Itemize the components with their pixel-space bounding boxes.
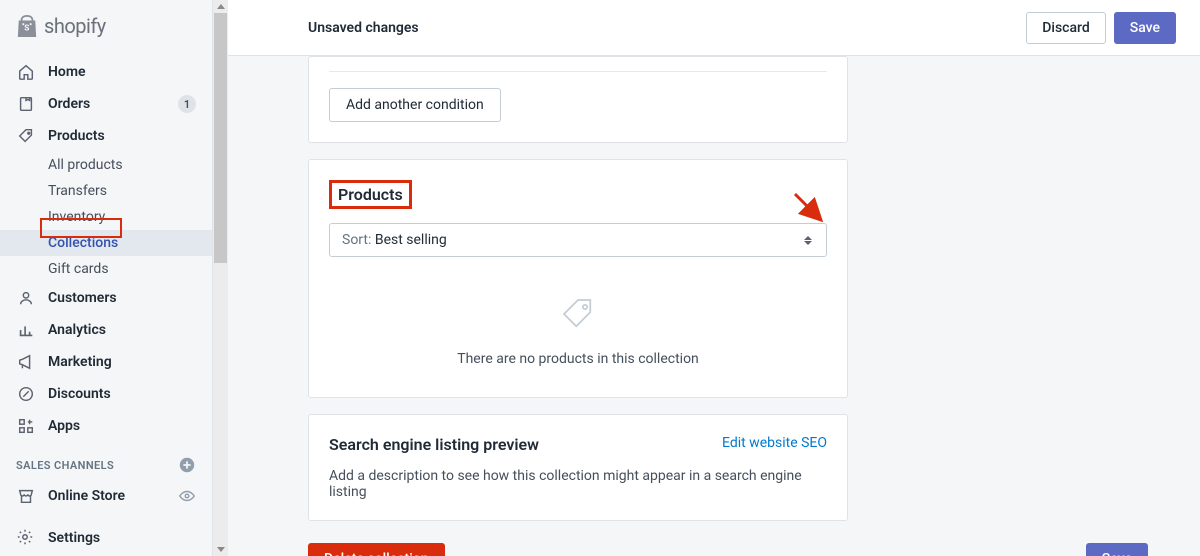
select-caret-icon (804, 233, 814, 247)
sub-inventory[interactable]: Inventory (0, 204, 212, 230)
store-icon (16, 486, 36, 506)
nav-products[interactable]: Products (0, 120, 212, 152)
sort-select[interactable]: Sort: Best selling (329, 223, 827, 257)
save-button[interactable]: Save (1114, 12, 1176, 44)
conditions-card: Add another condition (308, 56, 848, 143)
discounts-icon (16, 384, 36, 404)
page-title: Unsaved changes (308, 20, 1026, 36)
scroll-thumb[interactable] (214, 13, 227, 263)
edit-seo-link[interactable]: Edit website SEO (722, 435, 827, 451)
footer-save-button[interactable]: Save (1086, 543, 1148, 556)
customers-icon (16, 288, 36, 308)
view-store-icon[interactable] (178, 487, 196, 505)
marketing-icon (16, 352, 36, 372)
topbar: Unsaved changes Discard Save (228, 0, 1200, 56)
shopify-bag-icon: S (16, 14, 38, 38)
add-condition-button[interactable]: Add another condition (329, 88, 501, 122)
settings-icon (16, 528, 36, 548)
nav-settings[interactable]: Settings (0, 520, 212, 556)
analytics-icon (16, 320, 36, 340)
products-title: Products (338, 185, 403, 204)
empty-state: There are no products in this collection (329, 257, 827, 377)
nav-customers[interactable]: Customers (0, 282, 212, 314)
orders-badge: 1 (178, 95, 196, 113)
tag-icon (557, 293, 599, 335)
delete-collection-button[interactable]: Delete collection (308, 543, 445, 556)
main: Unsaved changes Discard Save Add another… (228, 0, 1200, 556)
nav-online-store[interactable]: Online Store (0, 480, 212, 512)
sub-gift-cards[interactable]: Gift cards (0, 256, 212, 282)
scroll-down-icon (217, 547, 225, 552)
add-channel-icon[interactable] (178, 456, 196, 474)
nav-orders[interactable]: Orders 1 (0, 88, 212, 120)
sub-all-products[interactable]: All products (0, 152, 212, 178)
orders-icon (16, 94, 36, 114)
scroll-up-icon (217, 4, 225, 9)
nav-marketing[interactable]: Marketing (0, 346, 212, 378)
seo-card: Search engine listing preview Edit websi… (308, 414, 848, 521)
sub-transfers[interactable]: Transfers (0, 178, 212, 204)
nav-apps[interactable]: Apps (0, 410, 212, 442)
sidebar: S shopify Home Orders 1 Products All pro… (0, 0, 213, 556)
sort-value: Best selling (375, 232, 447, 248)
nav-discounts[interactable]: Discounts (0, 378, 212, 410)
svg-text:S: S (24, 24, 29, 34)
seo-description: Add a description to see how this collec… (329, 468, 827, 500)
nav-analytics[interactable]: Analytics (0, 314, 212, 346)
home-icon (16, 62, 36, 82)
content: Add another condition Products Sort: Bes… (228, 56, 1200, 556)
footer-actions: Delete collection Save (308, 537, 1148, 556)
sort-label: Sort: (342, 232, 371, 248)
nav: Home Orders 1 Products All products Tran… (0, 52, 212, 520)
annotation-arrow (789, 188, 829, 228)
discard-button[interactable]: Discard (1026, 12, 1105, 44)
brand-logo[interactable]: S shopify (0, 0, 212, 52)
brand-name: shopify (44, 14, 106, 38)
sidebar-scrollbar[interactable] (213, 0, 228, 556)
nav-home[interactable]: Home (0, 56, 212, 88)
annotation-box-products: Products (329, 180, 412, 209)
sales-channels-header: SALES CHANNELS (0, 442, 212, 480)
empty-text: There are no products in this collection (329, 351, 827, 367)
apps-icon (16, 416, 36, 436)
products-card: Products Sort: Best selling There are no… (308, 159, 848, 398)
products-icon (16, 126, 36, 146)
sub-collections[interactable]: Collections (0, 230, 212, 256)
seo-title: Search engine listing preview (329, 435, 539, 454)
